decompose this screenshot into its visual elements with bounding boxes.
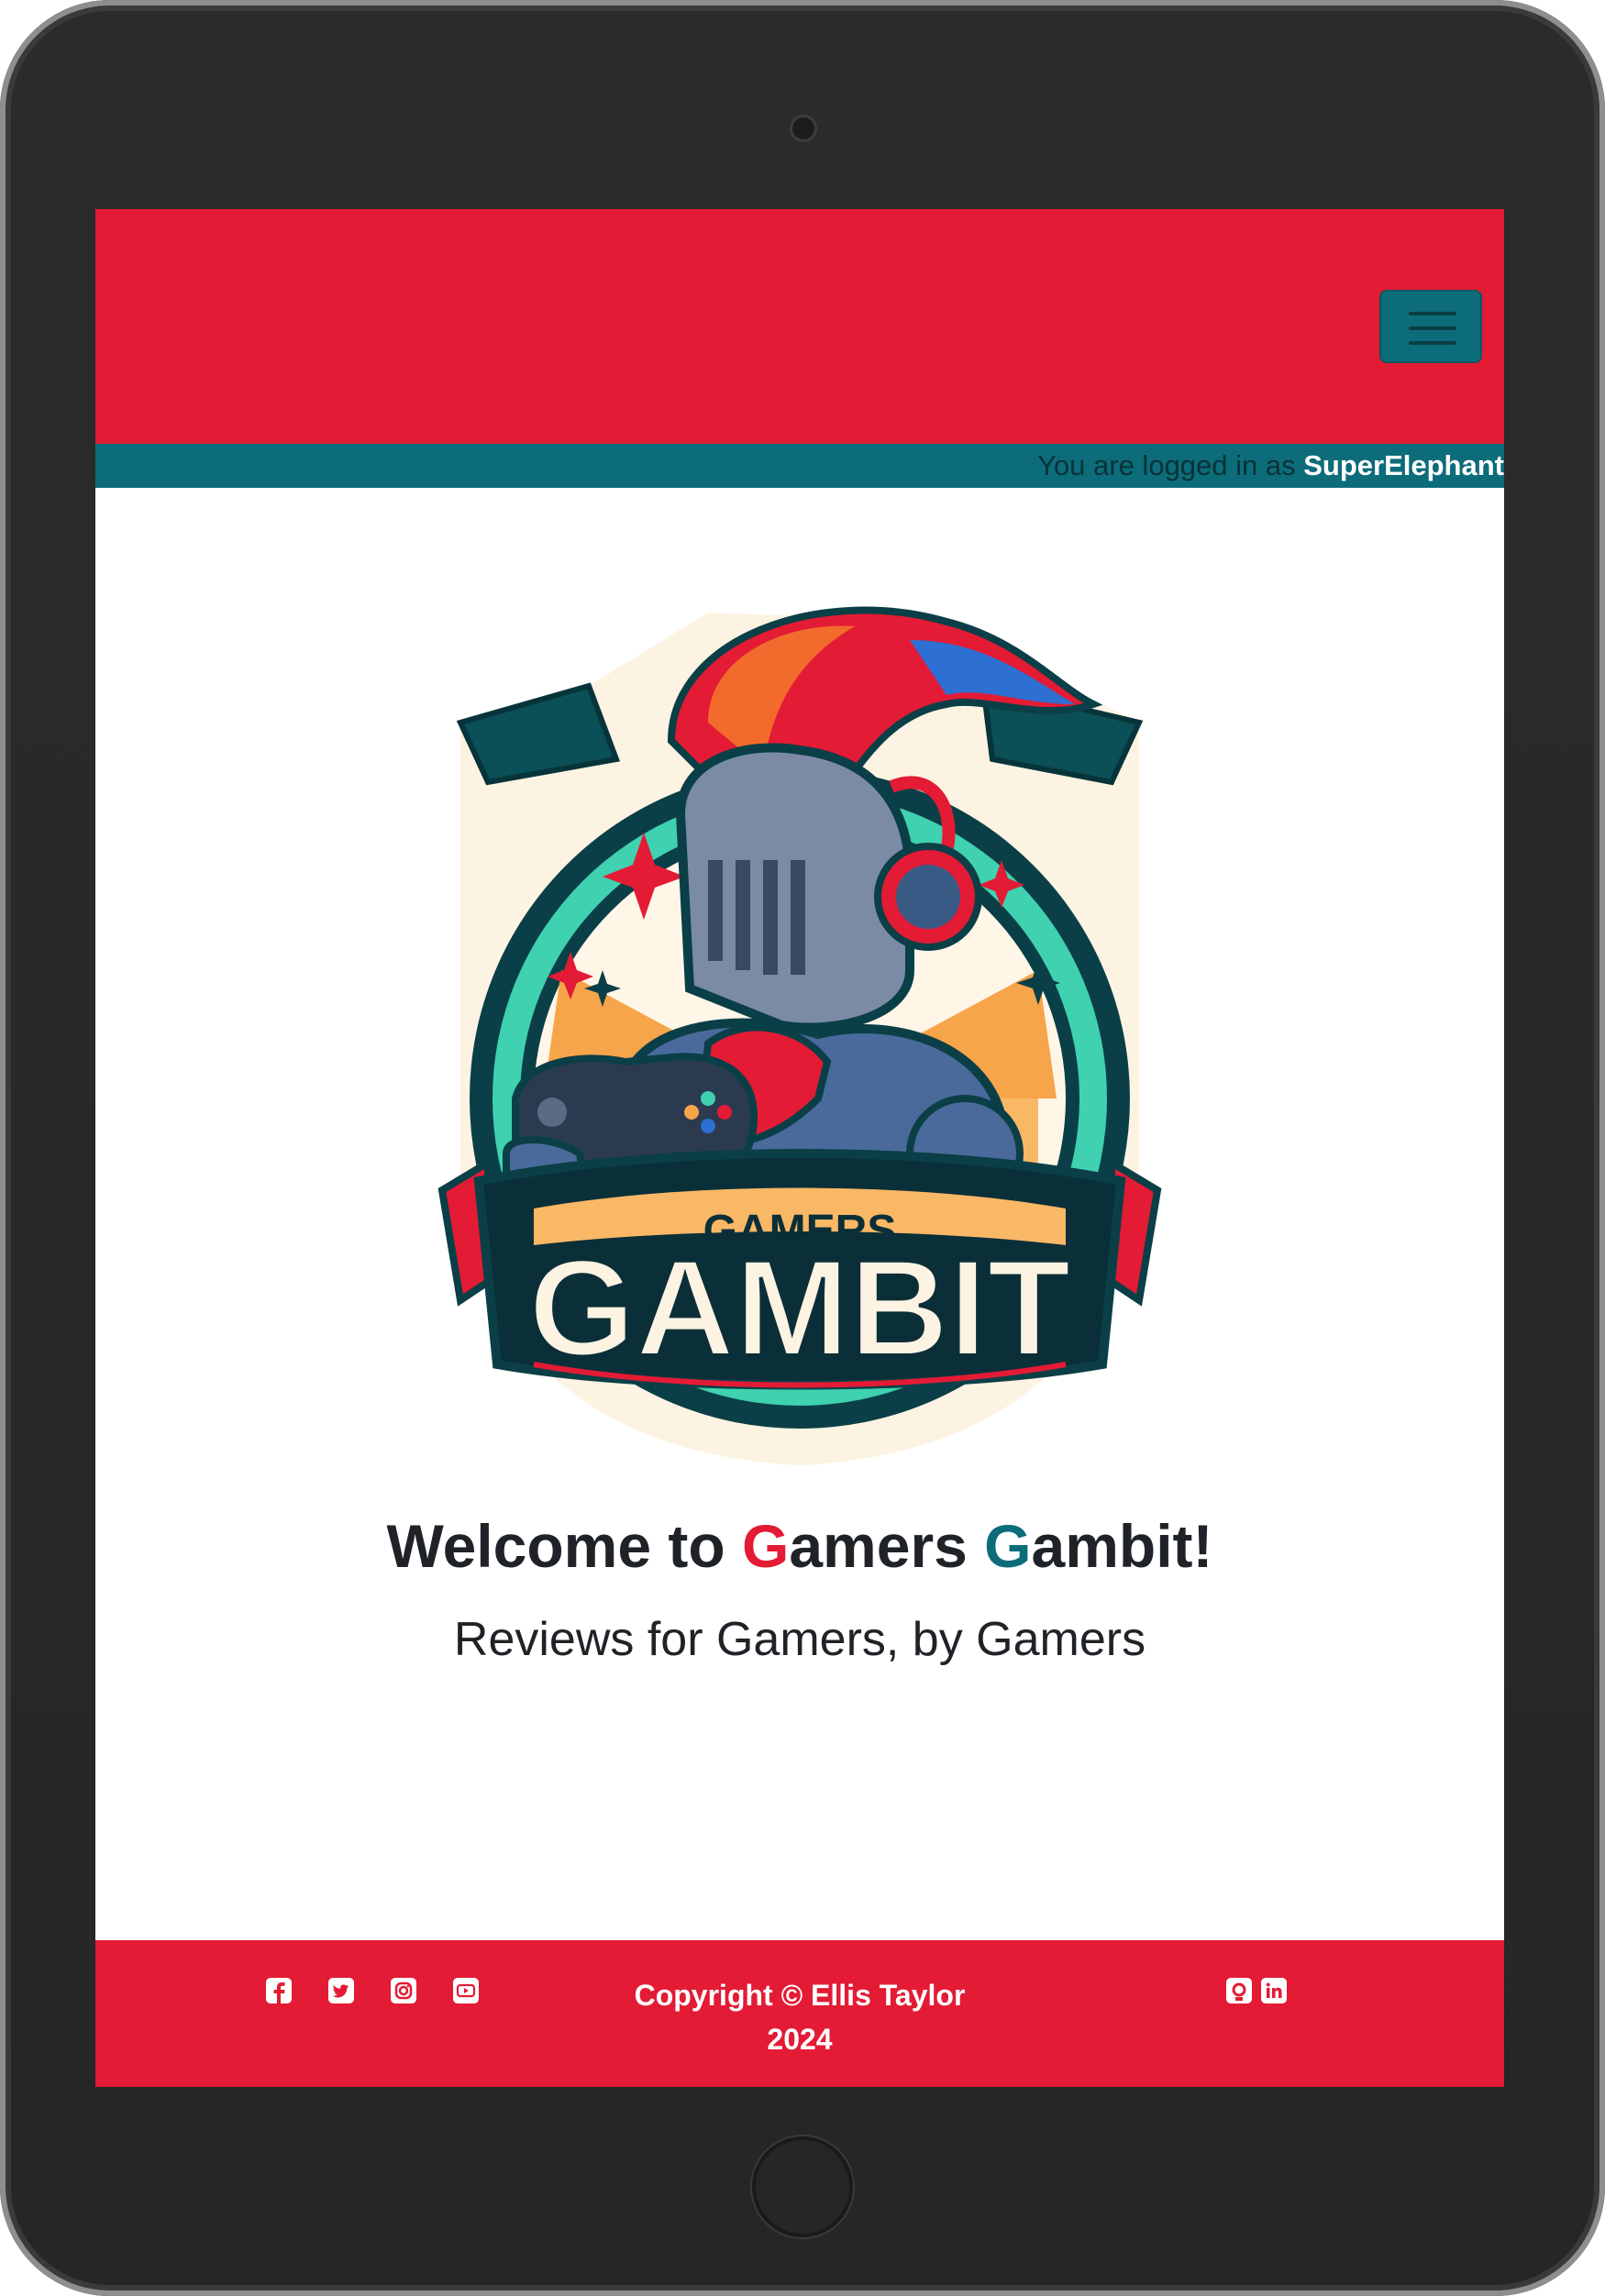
logo-main-text: GAMBIT xyxy=(528,1231,1071,1385)
accent-letter-teal: G xyxy=(984,1512,1032,1580)
twitter-icon[interactable] xyxy=(327,1977,355,2004)
menu-bar xyxy=(1409,341,1456,345)
logged-in-username: SuperElephant xyxy=(1303,449,1504,481)
welcome-prefix: Welcome to xyxy=(386,1512,742,1580)
copyright-line-1: Copyright © Ellis Taylor xyxy=(634,1979,966,2012)
social-links-right xyxy=(1225,1977,1288,2004)
accent-letter-red: G xyxy=(742,1512,790,1580)
screen: You are logged in as SuperElephant GAMER… xyxy=(95,209,1504,2087)
tagline: Reviews for Gamers, by Gamers xyxy=(453,1613,1146,1666)
copyright-notice: Copyright © Ellis Taylor 2024 xyxy=(554,1973,1046,2061)
welcome-heading: Welcome to Gamers Gambit! xyxy=(95,1511,1504,1581)
knight-gamer-logo: GAMERS GAMBIT xyxy=(437,606,1162,1465)
welcome-word1: amers xyxy=(789,1512,985,1580)
menu-bar xyxy=(1409,312,1456,315)
github-icon[interactable] xyxy=(1225,1977,1253,2004)
social-links-left xyxy=(265,1977,480,2004)
welcome-word2: ambit! xyxy=(1031,1512,1213,1580)
site-footer: Copyright © Ellis Taylor 2024 xyxy=(95,1940,1504,2087)
login-status-prefix: You are logged in as xyxy=(1037,449,1304,481)
tablet-frame: You are logged in as SuperElephant GAMER… xyxy=(0,0,1605,2296)
menu-bar xyxy=(1409,326,1456,330)
site-header xyxy=(95,209,1504,444)
linkedin-icon[interactable] xyxy=(1260,1977,1288,2004)
youtube-icon[interactable] xyxy=(452,1977,480,2004)
facebook-icon[interactable] xyxy=(265,1977,293,2004)
hamburger-menu-icon[interactable] xyxy=(1379,290,1482,363)
front-camera xyxy=(790,115,817,142)
copyright-line-2: 2024 xyxy=(767,2023,833,2056)
instagram-icon[interactable] xyxy=(390,1977,417,2004)
home-button[interactable] xyxy=(752,2136,853,2237)
login-status-bar: You are logged in as SuperElephant xyxy=(95,444,1504,488)
site-logo: GAMERS GAMBIT xyxy=(433,585,1167,1465)
